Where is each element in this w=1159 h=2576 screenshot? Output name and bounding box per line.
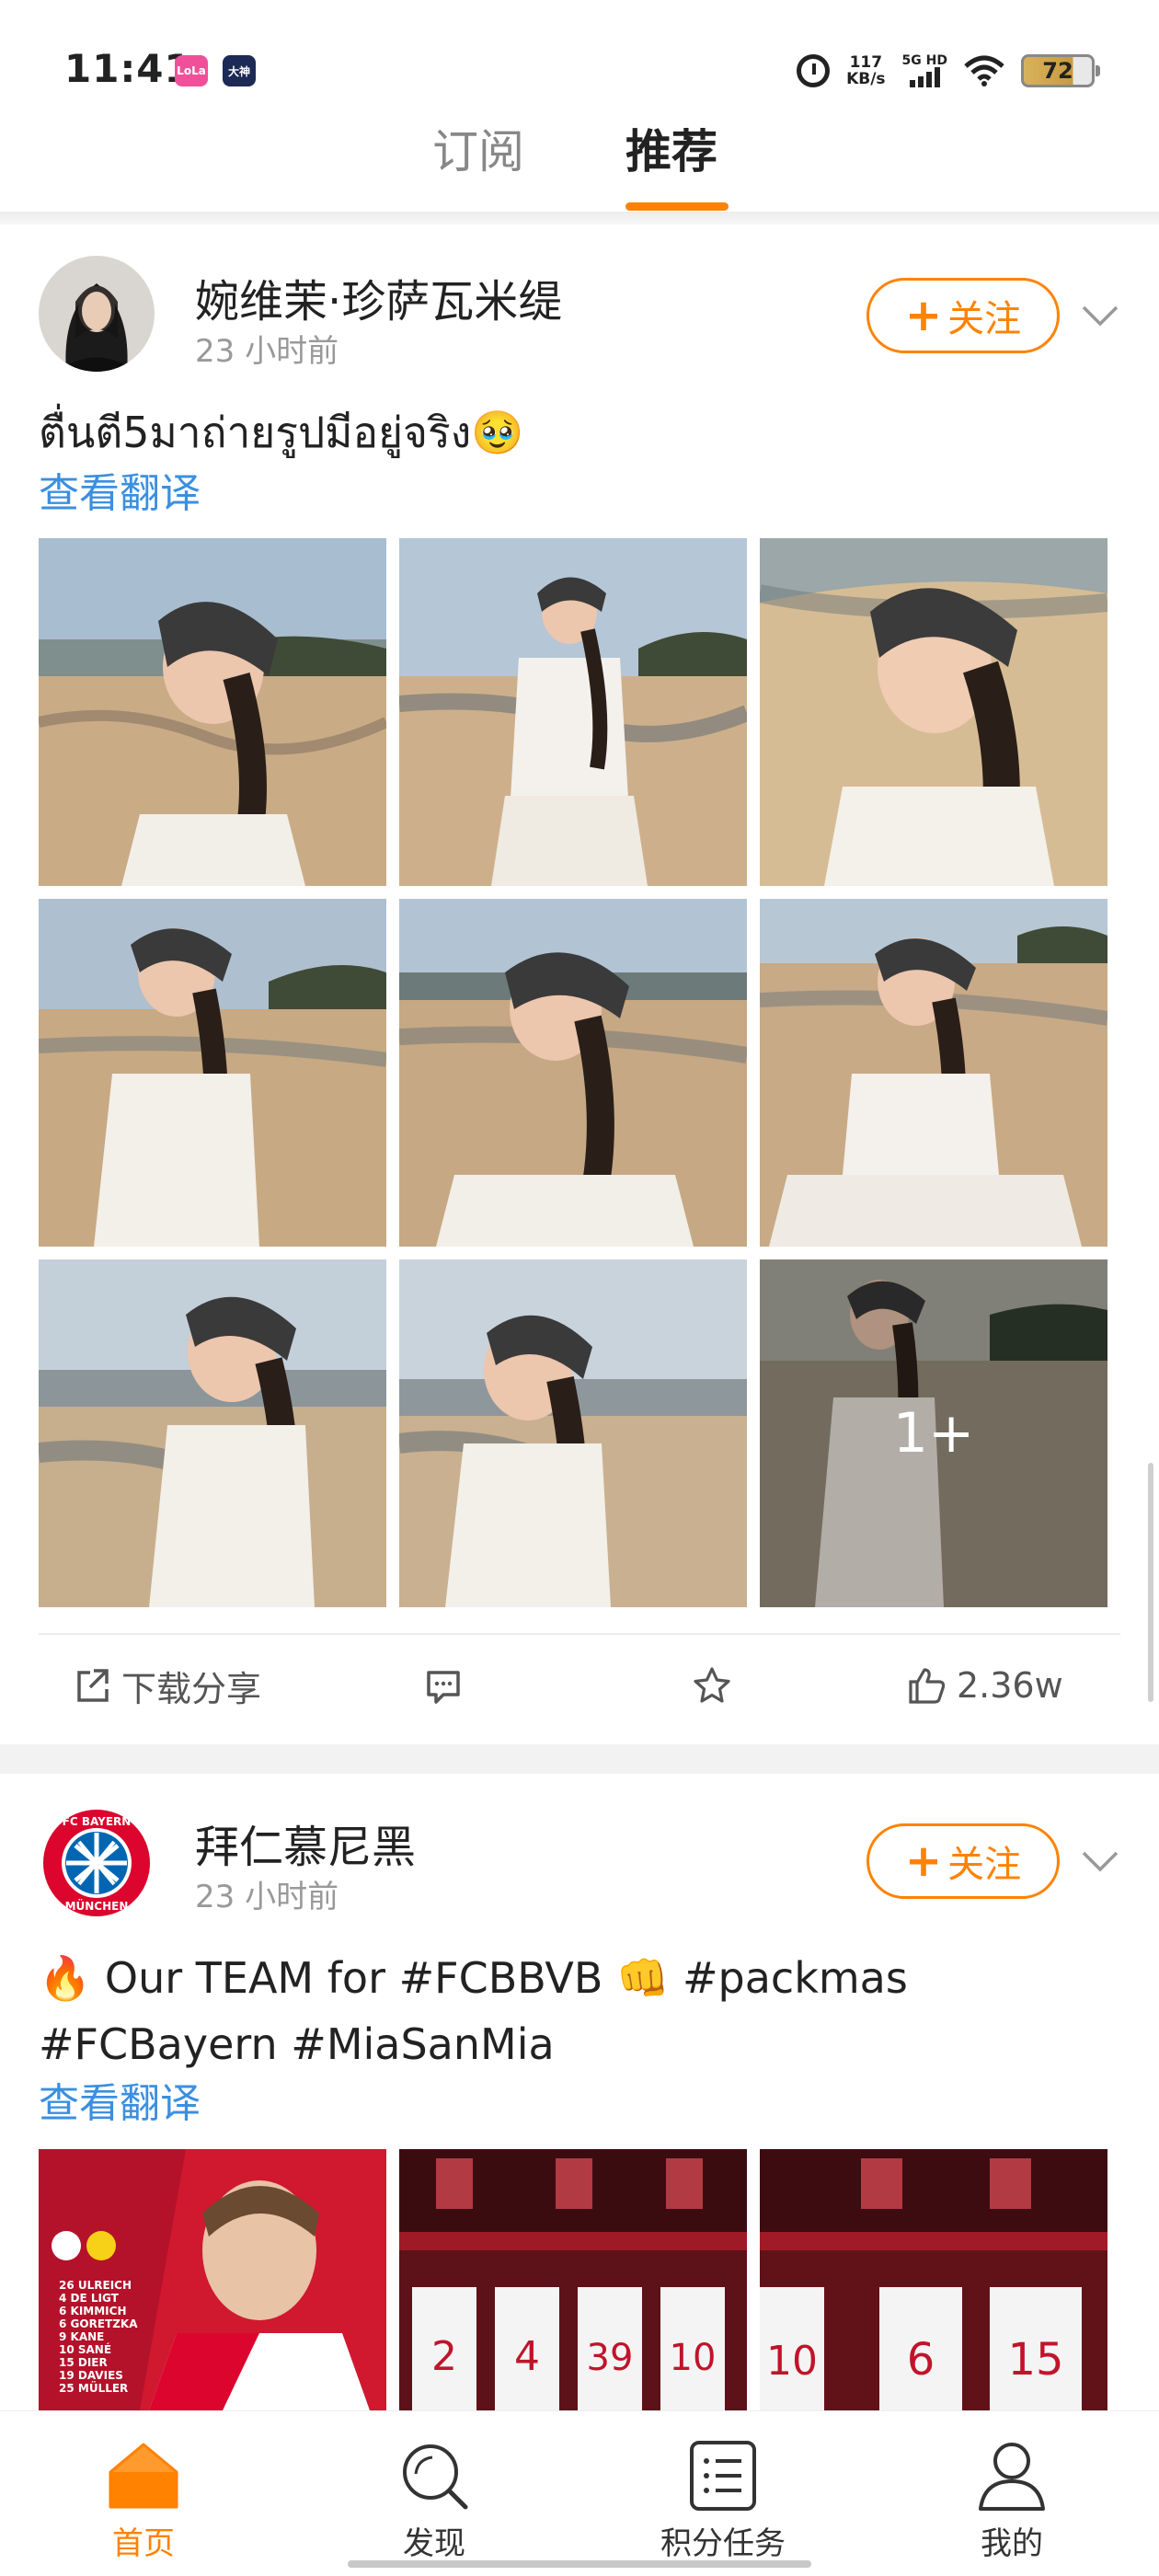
logo-text-bottom: MÜNCHEN (65, 1899, 129, 1913)
share-icon (77, 1669, 109, 1702)
action-divider (39, 1633, 1120, 1635)
view-translation-link[interactable]: 查看翻译 (39, 2070, 201, 2129)
photo-locker-room-1[interactable]: 2 4 39 10 (399, 2149, 747, 2410)
signal-label: 5G HD (901, 53, 947, 68)
tab-subscribe[interactable]: 订阅 (432, 115, 524, 181)
header-divider (0, 212, 1159, 224)
comment-icon (427, 1671, 460, 1704)
status-bar: 11:41 LoLa 大神 117 KB/s 5G HD 72 (0, 0, 1159, 101)
photo-3[interactable] (760, 538, 1107, 886)
scrollbar[interactable] (1148, 1463, 1153, 1702)
jersey-number: 4 (514, 2333, 540, 2380)
nav-label: 我的 (981, 2525, 1043, 2562)
star-icon (694, 1667, 730, 1703)
nav-points-tasks[interactable]: 积分任务 (631, 2439, 815, 2563)
status-time: 11:41 (64, 46, 192, 91)
lineup-item: 15 DIER (59, 2356, 108, 2369)
bottom-navigation: 首页 发现 积分任务 我的 (0, 2410, 1159, 2576)
jersey-number: 15 (1007, 2334, 1063, 2386)
jersey-number: 10 (766, 2338, 818, 2385)
network-speed: 117 KB/s (846, 54, 885, 87)
nav-label: 首页 (112, 2525, 175, 2562)
post-text: ตื่นตี5มาถ่ายรูปมีอยู่จริง🥹 (39, 408, 524, 457)
more-photos-count[interactable]: 1+ (760, 1259, 1107, 1607)
profile-icon (979, 2443, 1045, 2511)
photo-grid: 26 ULREICH 4 DE LIGT 6 KIMMICH 6 GORETZK… (39, 2149, 1107, 2410)
lineup-item: 9 KANE (59, 2330, 104, 2343)
nav-label: 发现 (403, 2525, 465, 2562)
home-indicator[interactable] (348, 2560, 811, 2568)
wifi-icon (964, 55, 1004, 86)
photo-lineup[interactable]: 26 ULREICH 4 DE LIGT 6 KIMMICH 6 GORETZK… (39, 2149, 386, 2410)
photo-2[interactable] (399, 538, 747, 886)
nav-profile[interactable]: 我的 (920, 2439, 1104, 2563)
post-text-line: #FCBayern #MiaSanMia (39, 2019, 555, 2069)
photo-6[interactable] (760, 899, 1107, 1247)
logo-text-top: FC BAYERN (63, 1815, 132, 1828)
dashen-app-icon: 大神 (223, 55, 256, 86)
follow-label: 关注 (947, 298, 1022, 340)
active-tab-indicator (625, 202, 729, 211)
follow-button[interactable]: + 关注 (866, 1823, 1060, 1899)
post-username[interactable]: 拜仁慕尼黑 (195, 1811, 416, 1875)
home-icon (109, 2443, 178, 2509)
feed-tabs: 订阅 推荐 (0, 110, 1159, 212)
plus-icon: + (904, 290, 943, 341)
post-text: 🔥 Our TEAM for #FCBBVB 👊 #packmas #FCBay… (39, 1945, 1124, 2077)
lineup-item: 6 GORETZKA (59, 2317, 138, 2330)
nav-home[interactable]: 首页 (52, 2439, 235, 2563)
network-speed-unit: KB/s (846, 70, 886, 88)
lineup-item: 10 SANÉ (59, 2342, 111, 2356)
jersey-number: 2 (431, 2333, 457, 2380)
like-button[interactable]: 2.36w (907, 1649, 1063, 1722)
lola-app-icon: LoLa (175, 55, 208, 86)
thumbs-up-icon (909, 1668, 946, 1704)
status-indicators: 117 KB/s 5G HD 72 (797, 48, 1100, 94)
tab-recommend[interactable]: 推荐 (625, 115, 717, 181)
post-time: 23 小时前 (195, 1879, 339, 1915)
chevron-down-icon[interactable] (1081, 1849, 1119, 1873)
lineup-item: 26 ULREICH (59, 2279, 132, 2292)
post-username[interactable]: 婉维茉·珍萨瓦米缇 (195, 265, 562, 329)
nav-label: 积分任务 (660, 2525, 786, 2562)
comment-button[interactable] (423, 1649, 464, 1722)
photo-5[interactable] (399, 899, 747, 1247)
like-count: 2.36w (957, 1665, 1063, 1706)
photo-locker-room-2[interactable]: 10 6 15 (760, 2149, 1107, 2410)
photo-8[interactable] (399, 1259, 747, 1607)
view-translation-link[interactable]: 查看翻译 (39, 460, 201, 519)
lineup-item: 19 DAVIES (59, 2369, 123, 2382)
plus-icon: + (904, 1835, 943, 1887)
alarm-icon (797, 54, 831, 87)
post-actions: 下载分享 2.36w (0, 1649, 1159, 1722)
lineup-item: 25 MÜLLER (59, 2381, 128, 2395)
download-share-label: 下载分享 (121, 1668, 262, 1709)
photo-9[interactable]: 1+ (760, 1259, 1107, 1607)
task-list-icon (690, 2441, 756, 2511)
nav-discover[interactable]: 发现 (342, 2439, 526, 2563)
lineup-item: 4 DE LIGT (59, 2292, 120, 2305)
favorite-button[interactable] (692, 1649, 732, 1722)
network-speed-value: 117 (849, 53, 883, 72)
search-icon (403, 2444, 468, 2510)
post-separator (0, 1744, 1159, 1774)
follow-label: 关注 (947, 1844, 1022, 1886)
photo-grid: 1+ (39, 538, 1107, 1607)
chevron-down-icon[interactable] (1081, 304, 1119, 328)
jersey-number: 6 (907, 2334, 935, 2386)
post-time: 23 小时前 (195, 333, 339, 370)
photo-4[interactable] (39, 899, 386, 1247)
photo-1[interactable] (39, 538, 386, 886)
photo-7[interactable] (39, 1259, 386, 1607)
jersey-number: 10 (670, 2337, 717, 2379)
follow-button[interactable]: + 关注 (866, 278, 1060, 353)
fc-bayern-logo[interactable]: FC BAYERN MÜNCHEN (39, 1805, 155, 1921)
jersey-number: 39 (587, 2337, 634, 2379)
avatar[interactable] (39, 256, 155, 372)
download-share-button[interactable]: 下载分享 (72, 1649, 261, 1722)
lineup-item: 6 KIMMICH (59, 2305, 127, 2317)
post-text-line: 🔥 Our TEAM for #FCBBVB 👊 #packmas (39, 1953, 908, 2003)
cell-signal-icon: 5G HD (902, 54, 947, 87)
battery-icon: 72 (1021, 54, 1100, 87)
